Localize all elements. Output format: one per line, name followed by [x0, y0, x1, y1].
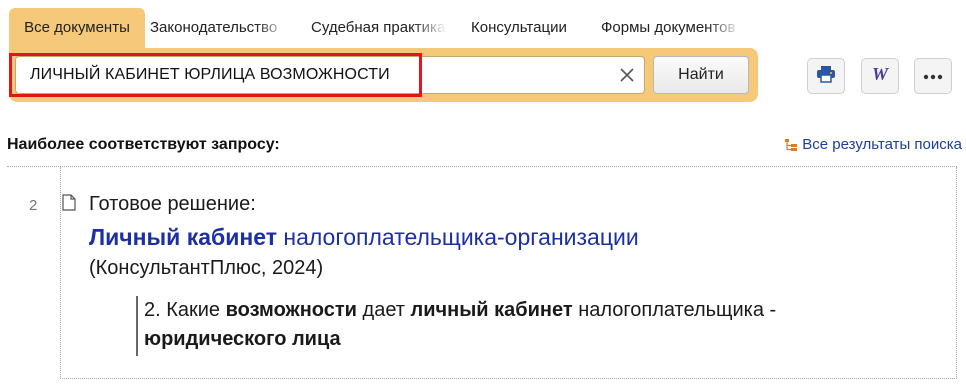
tab-all-documents[interactable]: Все документы — [9, 8, 145, 48]
print-button[interactable] — [807, 58, 845, 94]
snippet-part-bold: возможности — [225, 299, 357, 321]
tab-legislation[interactable]: Законодательство — [150, 8, 290, 48]
result-snippet: 2. Какие возможности дает личный кабинет… — [136, 296, 896, 356]
printer-icon — [816, 65, 836, 88]
all-results-link[interactable]: Все результаты поиска — [784, 136, 962, 153]
results-header: Наиболее соответствуют запросу: — [7, 136, 280, 153]
snippet-part-bold: юридического лица — [144, 328, 341, 350]
tab-court-practice[interactable]: Судебная практика — [311, 8, 447, 48]
svg-text:W: W — [872, 65, 890, 83]
more-dots-icon — [923, 67, 943, 85]
all-results-label[interactable]: Все результаты поиска — [802, 136, 962, 153]
word-export-icon: W — [869, 64, 891, 88]
result-title-rest[interactable]: налогоплательщика-организации — [277, 224, 638, 250]
result-number: 2 — [29, 197, 38, 214]
search-query-text[interactable]: ЛИЧНЫЙ КАБИНЕТ ЮРЛИЦА ВОЗМОЖНОСТИ — [30, 57, 390, 93]
find-button[interactable]: Найти — [653, 56, 749, 94]
search-bar: ЛИЧНЫЙ КАБИНЕТ ЮРЛИЦА ВОЗМОЖНОСТИ Найти — [9, 48, 758, 102]
word-export-button[interactable]: W — [861, 58, 899, 94]
snippet-part: налогоплательщика - — [572, 299, 777, 321]
document-icon — [62, 194, 76, 216]
close-icon[interactable] — [618, 66, 636, 84]
more-button[interactable] — [914, 58, 952, 94]
tab-document-forms[interactable]: Формы документов — [601, 8, 741, 48]
result-source: (КонсультантПлюс, 2024) — [89, 257, 324, 279]
snippet-part-bold: личный кабинет — [410, 299, 573, 321]
result-type: Готовое решение: — [89, 193, 256, 215]
tree-list-icon — [785, 138, 798, 151]
tab-consultations[interactable]: Консультации — [471, 8, 591, 48]
result-title-bold[interactable]: Личный кабинет — [89, 224, 277, 250]
search-input[interactable]: ЛИЧНЫЙ КАБИНЕТ ЮРЛИЦА ВОЗМОЖНОСТИ — [15, 56, 645, 94]
snippet-part: 2. Какие — [144, 299, 226, 321]
tab-bar: Все документы — [9, 8, 145, 48]
snippet-part: дает — [356, 299, 411, 321]
result-title-link[interactable]: Личный кабинет налогоплательщика-организ… — [89, 224, 639, 251]
